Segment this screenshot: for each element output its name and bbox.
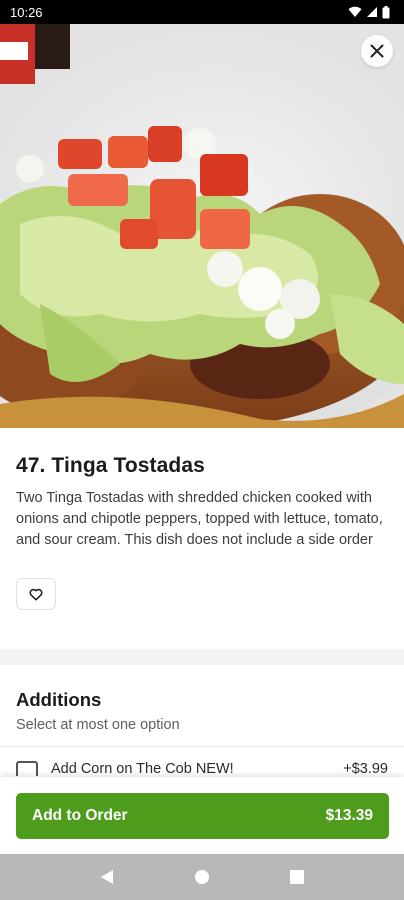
home-button[interactable] (184, 859, 220, 895)
order-price: $13.39 (325, 807, 373, 824)
add-to-order-button[interactable]: Add to Order $13.39 (16, 793, 389, 839)
option-checkbox[interactable] (16, 761, 38, 776)
back-icon (101, 870, 114, 884)
system-nav-bar (0, 854, 404, 900)
signal-icon (367, 7, 377, 17)
close-button[interactable] (361, 35, 393, 67)
battery-icon (382, 5, 390, 18)
option-label: Add Corn on The Cob NEW! (51, 761, 234, 776)
food-image (0, 24, 404, 428)
order-bar: Add to Order $13.39 (0, 777, 404, 854)
recents-button[interactable] (279, 859, 315, 895)
status-bar: 10:26 (0, 0, 404, 24)
item-description: Two Tinga Tostadas with shredded chicken… (16, 490, 383, 548)
item-title: 47. Tinga Tostadas (16, 454, 205, 477)
home-icon (194, 870, 209, 884)
add-to-order-label: Add to Order (32, 807, 128, 824)
back-button[interactable] (89, 859, 125, 895)
additions-title: Additions (16, 689, 102, 710)
addition-option[interactable]: Add Corn on The Cob NEW! +$3.99 (0, 746, 404, 776)
close-icon (370, 44, 384, 58)
food-photo-icon (0, 24, 404, 428)
status-time: 10:26 (10, 4, 43, 20)
option-price: +$3.99 (343, 761, 388, 776)
recents-icon (289, 870, 304, 884)
section-divider (0, 649, 404, 665)
favorite-button[interactable] (16, 578, 56, 610)
status-icons (348, 5, 390, 19)
additions-subtitle: Select at most one option (16, 717, 180, 733)
additions-section: Additions Select at most one option Add … (0, 665, 404, 776)
item-details: 47. Tinga Tostadas Two Tinga Tostadas wi… (0, 428, 404, 610)
heart-icon (29, 588, 43, 601)
wifi-icon (348, 6, 362, 18)
